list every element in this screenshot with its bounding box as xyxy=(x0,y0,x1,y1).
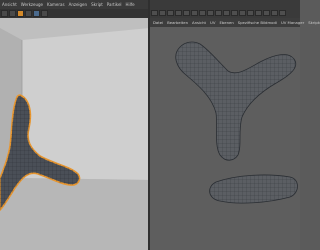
uv-tool-8-icon[interactable] xyxy=(207,10,214,16)
uv-tool-6-icon[interactable] xyxy=(191,10,198,16)
uv-tool-5-icon[interactable] xyxy=(183,10,190,16)
uv-island-main[interactable] xyxy=(175,41,297,161)
menu-hilfe[interactable]: Hilfe xyxy=(126,0,135,9)
viewport-toolbar xyxy=(0,9,150,18)
move-tool-icon[interactable] xyxy=(1,10,8,17)
uv-tool-16-icon[interactable] xyxy=(271,10,278,16)
uv-menu-skripte[interactable]: Skripte xyxy=(308,18,320,27)
uv-tool-9-icon[interactable] xyxy=(215,10,222,16)
uv-island-strip[interactable] xyxy=(209,174,298,204)
uv-menu-ansicht[interactable]: Ansicht xyxy=(192,18,206,27)
uv-tool-1-icon[interactable] xyxy=(151,10,158,16)
uv-toolbar xyxy=(151,10,286,16)
menu-anzeigen[interactable]: Anzeigen xyxy=(69,0,87,9)
uv-islands xyxy=(175,41,298,204)
edge-mode-icon[interactable] xyxy=(41,10,48,17)
uv-tool-12-icon[interactable] xyxy=(239,10,246,16)
3d-viewport[interactable] xyxy=(0,18,150,250)
uv-menu-bildmodi[interactable]: Spezifische Bildmodi xyxy=(238,18,277,27)
uv-menu-uv[interactable]: UV xyxy=(210,18,215,27)
scale-tool-icon[interactable] xyxy=(25,10,32,17)
rotate-tool-icon[interactable] xyxy=(9,10,16,17)
uv-tool-17-icon[interactable] xyxy=(279,10,286,16)
uv-tool-11-icon[interactable] xyxy=(231,10,238,16)
uv-menu-bearbeiten[interactable]: Bearbeiten xyxy=(167,18,188,27)
viewport-menubar: Ansicht Werkzeuge Kameras Anzeigen Skrip… xyxy=(0,0,150,9)
live-selection-icon[interactable] xyxy=(17,10,24,17)
uv-menu: Datei Bearbeiten Ansicht UV Ebenen Spezi… xyxy=(150,18,320,27)
menu-kameras[interactable]: Kameras xyxy=(47,0,65,9)
floor xyxy=(0,178,150,250)
uv-editor-view[interactable] xyxy=(150,27,300,250)
uv-tool-14-icon[interactable] xyxy=(255,10,262,16)
app-window: Ansicht Werkzeuge Kameras Anzeigen Skrip… xyxy=(0,0,320,250)
menu-partikel[interactable]: Partikel xyxy=(107,0,122,9)
uv-tool-7-icon[interactable] xyxy=(199,10,206,16)
uv-tool-10-icon[interactable] xyxy=(223,10,230,16)
polygon-mode-icon[interactable] xyxy=(33,10,40,17)
menu-skript[interactable]: Skript xyxy=(91,0,103,9)
uv-menu-datei[interactable]: Datei xyxy=(153,18,163,27)
uv-tool-13-icon[interactable] xyxy=(247,10,254,16)
viewport-scene xyxy=(0,18,150,250)
uv-tool-15-icon[interactable] xyxy=(263,10,270,16)
uv-menu-ebenen[interactable]: Ebenen xyxy=(219,18,233,27)
uv-tool-3-icon[interactable] xyxy=(167,10,174,16)
uv-tool-4-icon[interactable] xyxy=(175,10,182,16)
menu-ansicht[interactable]: Ansicht xyxy=(2,0,17,9)
uv-menu-manager[interactable]: UV Manager xyxy=(281,18,304,27)
menu-werkzeuge[interactable]: Werkzeuge xyxy=(21,0,43,9)
uv-tool-2-icon[interactable] xyxy=(159,10,166,16)
